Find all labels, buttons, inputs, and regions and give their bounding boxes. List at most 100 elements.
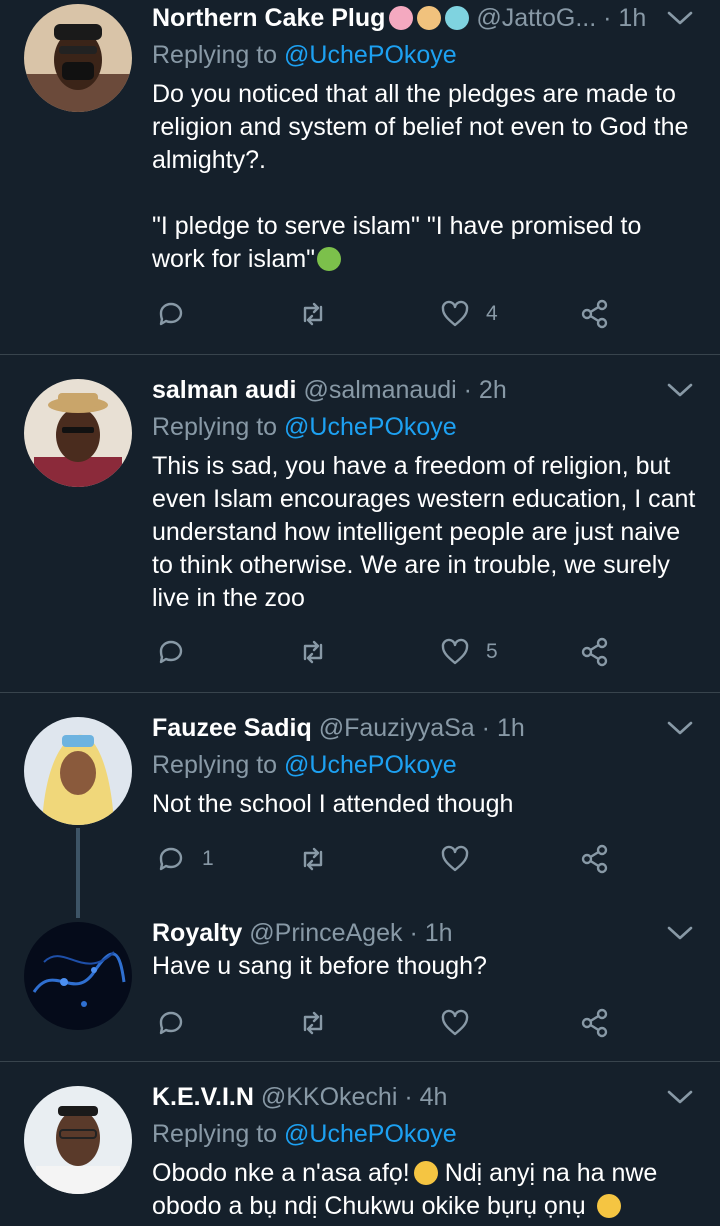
tweet[interactable]: Fauzee Sadiq @FauziyyaSa · 1h Replying t… [0, 710, 720, 900]
reply-icon [159, 847, 183, 871]
sleepy-face-emoji [596, 1194, 621, 1218]
reply-icon [159, 640, 183, 664]
retweet-button[interactable] [296, 294, 344, 334]
display-name[interactable]: Fauzee Sadiq [152, 714, 312, 742]
retweet-button[interactable] [296, 839, 344, 879]
like-button[interactable]: 5 [438, 632, 498, 672]
divider [0, 354, 720, 355]
share-button[interactable] [578, 632, 612, 672]
timestamp[interactable]: · 4h [404, 1083, 447, 1111]
tweet-header: Northern Cake Plug @JattoG... · 1h [152, 0, 660, 36]
tweet-header: Royalty @PrinceAgek · 1h [152, 915, 660, 951]
display-name[interactable]: Northern Cake Plug [152, 4, 385, 32]
tweet[interactable]: K.E.V.I.N @KKOkechi · 4h Replying to @Uc… [0, 1079, 720, 1226]
display-name[interactable]: K.E.V.I.N [152, 1083, 254, 1111]
chevron-down-icon[interactable] [666, 8, 694, 28]
like-button[interactable]: 4 [438, 294, 498, 334]
chevron-down-icon[interactable] [666, 380, 694, 400]
timestamp[interactable]: · 1h [409, 919, 452, 947]
reply-icon [159, 302, 183, 326]
mention-link[interactable]: @UchePOkoye [284, 1120, 457, 1148]
user-handle[interactable]: @JattoG... [476, 4, 596, 32]
reply-icon [159, 1011, 183, 1035]
share-icon [581, 299, 608, 329]
like-icon [441, 845, 469, 872]
mention-link[interactable]: @UchePOkoye [284, 413, 457, 441]
timestamp[interactable]: · 2h [464, 376, 507, 404]
replying-to: Replying to @UchePOkoye [152, 1117, 457, 1151]
tweet[interactable]: salman audi @salmanaudi · 2h Replying to… [0, 372, 720, 692]
user-handle[interactable]: @KKOkechi [261, 1083, 398, 1111]
tweet-actions [152, 1003, 622, 1043]
retweet-icon [303, 1011, 323, 1035]
reply-button[interactable] [154, 294, 202, 334]
reply-button[interactable]: 1 [154, 839, 214, 879]
birthday-cake-emoji [389, 6, 414, 30]
like-button[interactable] [438, 1003, 486, 1043]
retweet-button[interactable] [296, 632, 344, 672]
tweet-actions: 1 [152, 839, 622, 879]
tweet-text: Have u sang it before though? [152, 952, 487, 980]
replying-to-label: Replying to [152, 413, 278, 441]
mention-link[interactable]: @UchePOkoye [284, 41, 457, 69]
user-handle[interactable]: @PrinceAgek [249, 919, 402, 947]
share-button[interactable] [578, 1003, 612, 1043]
retweet-icon [303, 847, 323, 871]
tweet-header: salman audi @salmanaudi · 2h [152, 372, 660, 408]
like-count: 5 [486, 640, 498, 663]
reply-count: 1 [202, 847, 214, 870]
avatar[interactable] [24, 922, 132, 1030]
like-button[interactable] [438, 839, 486, 879]
replying-to-label: Replying to [152, 41, 278, 69]
share-icon [581, 637, 608, 667]
chevron-down-icon[interactable] [666, 1087, 694, 1107]
tweet-text-content: Obodo nke a n'asa afọ! [152, 1159, 410, 1187]
chevron-down-icon[interactable] [666, 718, 694, 738]
timestamp[interactable]: · 1h [603, 4, 646, 32]
like-count: 4 [486, 302, 498, 325]
tweet-header: K.E.V.I.N @KKOkechi · 4h [152, 1079, 660, 1115]
nauseated-face-emoji [317, 247, 342, 271]
display-name[interactable]: Royalty [152, 919, 242, 947]
thread-connector [76, 828, 80, 918]
display-name[interactable]: salman audi [152, 376, 297, 404]
tweet-header: Fauzee Sadiq @FauziyyaSa · 1h [152, 710, 660, 746]
user-handle[interactable]: @salmanaudi [303, 376, 456, 404]
retweet-icon [303, 640, 323, 664]
reply-button[interactable] [154, 632, 202, 672]
avatar[interactable] [24, 717, 132, 825]
tweet[interactable]: Royalty @PrinceAgek · 1h Have u sang it … [0, 915, 720, 1060]
reply-button[interactable] [154, 1003, 202, 1043]
share-button[interactable] [578, 294, 612, 334]
divider [0, 1061, 720, 1062]
timestamp[interactable]: · 1h [482, 714, 525, 742]
tweet-text: Obodo nke a n'asa afọ! Ndị anyị na ha nw… [152, 1157, 700, 1223]
like-icon [441, 1009, 469, 1036]
tweet-actions: 4 [152, 294, 622, 334]
tweet-actions: 5 [152, 632, 622, 672]
tweet-text-content: Do you noticed that all the pledges are … [152, 80, 689, 273]
replying-to: Replying to @UchePOkoye [152, 410, 457, 444]
tweet-text: Not the school I attended though [152, 790, 514, 818]
share-button[interactable] [578, 839, 612, 879]
share-icon [581, 1008, 608, 1038]
share-icon [581, 844, 608, 874]
avatar[interactable] [24, 1086, 132, 1194]
eye-roll-emoji [413, 1161, 438, 1185]
cake-slice-emoji [417, 6, 442, 30]
tweet[interactable]: Northern Cake Plug @JattoG... · 1h Reply… [0, 0, 720, 354]
replying-to-label: Replying to [152, 751, 278, 779]
mention-link[interactable]: @UchePOkoye [284, 751, 457, 779]
like-icon [441, 638, 469, 665]
avatar[interactable] [24, 4, 132, 112]
avatar[interactable] [24, 379, 132, 487]
divider [0, 692, 720, 693]
retweet-button[interactable] [296, 1003, 344, 1043]
user-handle[interactable]: @FauziyyaSa [319, 714, 475, 742]
tweet-text: Do you noticed that all the pledges are … [152, 78, 700, 276]
like-icon [441, 300, 469, 327]
tweet-text: This is sad, you have a freedom of relig… [152, 452, 703, 612]
cupcake-emoji [445, 6, 470, 30]
retweet-icon [303, 302, 323, 326]
chevron-down-icon[interactable] [666, 923, 694, 943]
